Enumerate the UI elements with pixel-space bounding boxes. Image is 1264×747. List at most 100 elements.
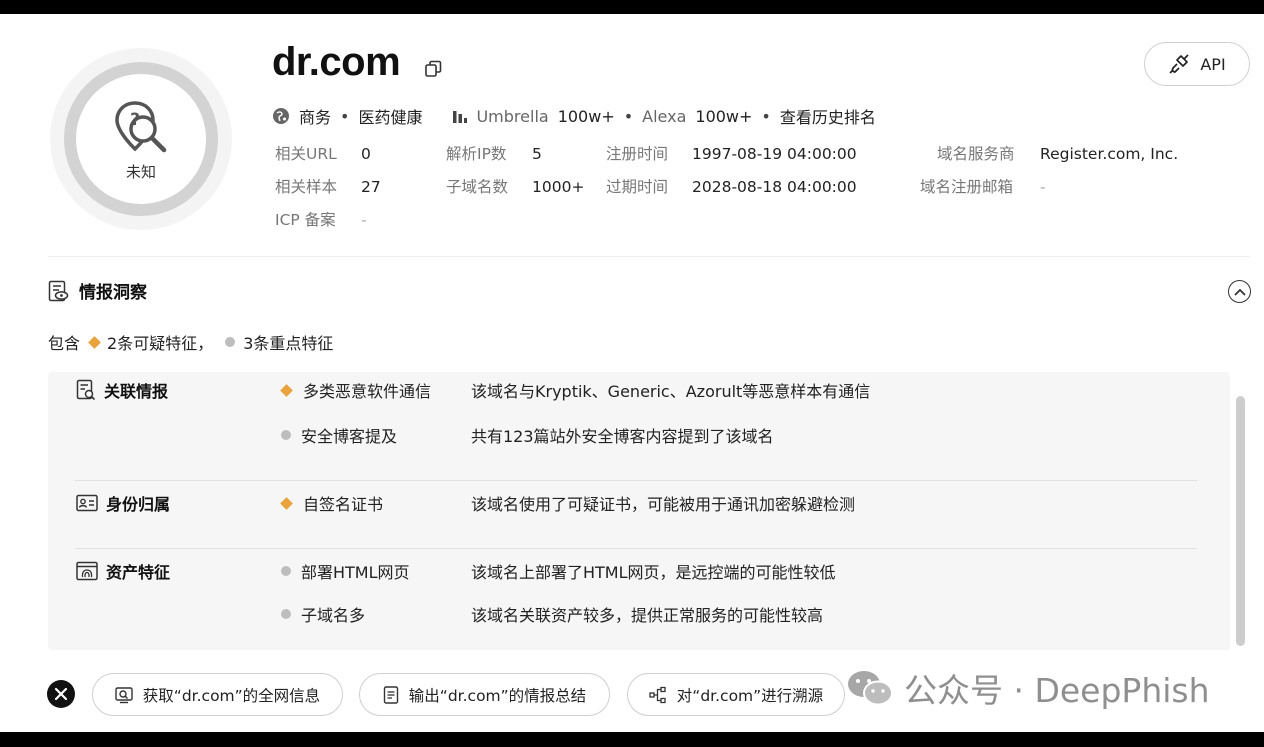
chevron-up-icon <box>1233 288 1246 296</box>
related-url[interactable]: 相关URL <box>275 144 337 164</box>
bar-chart-icon <box>453 111 468 123</box>
feature-desc: 该域名与Kryptik、Generic、Azorult等恶意样本有通信 <box>471 382 871 401</box>
key-dot-icon <box>225 337 236 347</box>
category-identity: 身份归属 <box>76 491 170 515</box>
separator-dot: • <box>623 106 634 126</box>
watermark-text: 公众号 · DeepPhish <box>904 671 1210 710</box>
close-icon <box>54 687 68 701</box>
domain-detail-page: ? 未知 dr.com API 商务 • 医药健康 Umbrella 100w+… <box>0 14 1264 732</box>
feature-blog-mention[interactable]: 安全博客提及 <box>280 423 397 447</box>
category-related-intel: 关联情报 <box>76 378 168 402</box>
collapse-button[interactable] <box>1228 280 1251 303</box>
category-label: 身份归属 <box>106 495 171 514</box>
fingerprint-icon <box>76 561 98 581</box>
feature-label: 多类恶意软件通信 <box>303 382 432 401</box>
search-icon <box>115 686 133 703</box>
reg-email-label: 域名注册邮箱 <box>920 178 1014 196</box>
feature-many-subdomains[interactable]: 子域名多 <box>280 602 365 626</box>
icp-value: - <box>361 211 367 229</box>
history-rank-link[interactable]: 查看历史排名 <box>780 104 876 128</box>
api-button[interactable]: API <box>1144 42 1250 86</box>
feature-label: 安全博客提及 <box>301 427 398 446</box>
feature-self-signed-cert[interactable]: 自签名证书 <box>280 491 383 515</box>
verdict-ring: ? 未知 <box>64 62 218 216</box>
key-dot-icon <box>281 609 291 619</box>
action-label: 获取“dr.com”的全网信息 <box>142 686 321 705</box>
category-divider <box>75 548 1197 549</box>
suspicious-count: 2条可疑特征， <box>107 334 214 353</box>
feature-desc: 该域名使用了可疑证书，可能被用于通讯加密躲避检测 <box>471 495 856 514</box>
key-dot-icon <box>281 566 291 576</box>
feature-desc: 该域名关联资产较多，提供正常服务的可能性较高 <box>471 606 824 625</box>
related-url-label: 相关URL <box>275 145 337 163</box>
expire-label: 过期时间 <box>606 178 669 196</box>
related-url-value[interactable]: 0 <box>361 145 371 163</box>
feature-html-page[interactable]: 部署HTML网页 <box>280 559 410 583</box>
related-sample-label: 相关样本 <box>275 178 338 196</box>
key-dot-icon <box>281 430 291 440</box>
insight-title: 情报洞察 <box>79 283 147 303</box>
resolved-ip-label: 解析IP数 <box>446 145 507 163</box>
insight-section-title: 情报洞察 <box>48 278 147 303</box>
separator-dot: • <box>340 106 350 126</box>
umbrella-value: 100w+ <box>557 106 615 126</box>
related-intel-icon <box>76 379 96 401</box>
copy-icon[interactable] <box>424 60 442 78</box>
registrar-value: Register.com, Inc. <box>1040 145 1179 163</box>
suspicious-diamond-icon <box>88 335 101 349</box>
resolved-ip-value[interactable]: 5 <box>532 145 542 163</box>
expire-value: 2028-08-18 04:00:00 <box>692 178 857 196</box>
subdomain-value[interactable]: 1000+ <box>532 178 584 196</box>
close-actions-button[interactable] <box>47 680 75 708</box>
key-count: 3条重点特征 <box>243 334 334 353</box>
category-label: 关联情报 <box>104 382 169 401</box>
header-divider <box>48 256 1250 257</box>
reg-time-value: 1997-08-19 04:00:00 <box>692 145 857 163</box>
category-label: 资产特征 <box>106 563 171 582</box>
registrar-label: 域名服务商 <box>937 145 1015 163</box>
feature-malware-comm[interactable]: 多类恶意软件通信 <box>280 378 431 402</box>
action-get-web-info[interactable]: 获取“dr.com”的全网信息 <box>92 673 343 716</box>
feature-label: 部署HTML网页 <box>301 563 410 582</box>
category-primary: 商务 <box>299 108 332 127</box>
wechat-icon <box>848 671 893 706</box>
subdomain-label: 子域名数 <box>446 178 509 196</box>
verdict-badge: ? 未知 <box>50 48 232 230</box>
action-label: 对“dr.com”进行溯源 <box>676 686 824 705</box>
report-eye-icon <box>48 280 69 301</box>
insight-summary: 包含 2条可疑特征， 3条重点特征 <box>48 330 333 354</box>
category-rank-row: 商务 • 医药健康 Umbrella 100w+ • Alexa 100w+ •… <box>272 104 876 128</box>
reg-time-label: 注册时间 <box>606 145 669 163</box>
feature-desc: 该域名上部署了HTML网页，是远控端的可能性较低 <box>471 563 836 582</box>
reg-email-value: - <box>1040 178 1046 196</box>
separator-dot: • <box>761 106 771 126</box>
document-icon <box>383 685 398 704</box>
related-sample-value[interactable]: 27 <box>361 178 381 196</box>
id-card-icon <box>76 494 98 512</box>
suspicious-diamond-icon <box>280 383 293 397</box>
alexa-value: 100w+ <box>695 106 753 126</box>
panel-scrollbar[interactable] <box>1236 396 1245 646</box>
wechat-watermark: 公众号 · DeepPhish <box>846 664 1210 712</box>
category-divider <box>75 480 1197 481</box>
feature-label: 自签名证书 <box>303 495 384 514</box>
plug-icon <box>1169 54 1189 74</box>
api-label: API <box>1200 54 1226 74</box>
alexa-label: Alexa <box>642 106 687 126</box>
verdict-label: 未知 <box>125 162 156 181</box>
unknown-search-icon: ? <box>115 100 167 152</box>
icp-label: ICP 备案 <box>275 211 336 229</box>
action-label: 输出“dr.com”的情报总结 <box>408 686 587 705</box>
category-asset: 资产特征 <box>76 559 170 583</box>
category-secondary: 医药健康 <box>358 108 423 127</box>
page-title: dr.com <box>272 40 401 84</box>
feature-label: 子域名多 <box>301 606 366 625</box>
trace-icon <box>649 686 666 703</box>
action-output-summary[interactable]: 输出“dr.com”的情报总结 <box>359 673 610 716</box>
svg-text:?: ? <box>130 110 140 130</box>
umbrella-label: Umbrella <box>476 106 549 126</box>
summary-prefix: 包含 <box>48 334 81 353</box>
action-trace-source[interactable]: 对“dr.com”进行溯源 <box>627 673 845 716</box>
insight-panel: 关联情报 多类恶意软件通信 该域名与Kryptik、Generic、Azorul… <box>48 372 1230 650</box>
suspicious-diamond-icon <box>280 496 293 510</box>
